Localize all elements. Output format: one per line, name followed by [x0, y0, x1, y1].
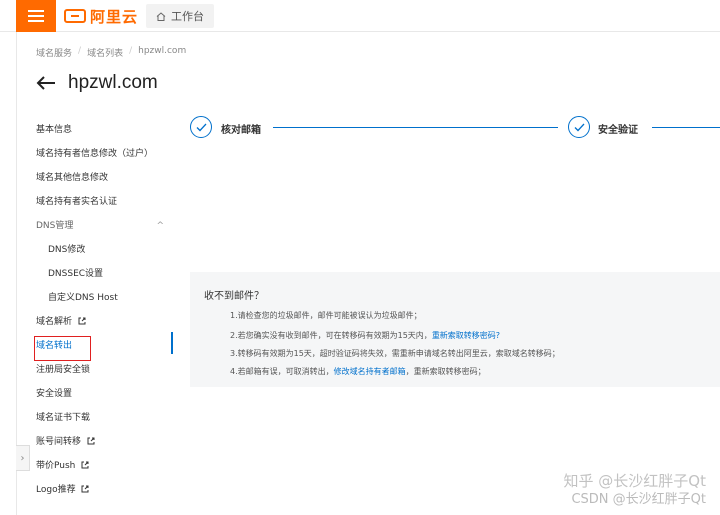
- help-tip-text: 4.若邮箱有误，可取消转出，: [230, 367, 334, 376]
- aliyun-logo-icon: [64, 9, 86, 23]
- chevron-right-icon: ›: [20, 452, 25, 464]
- email-help-panel: 收不到邮件？ 1.请检查您的垃圾邮件，邮件可能被误认为垃圾邮件； 2.若您确实没…: [190, 272, 720, 387]
- breadcrumb-separator: /: [129, 46, 133, 56]
- expand-sidebar-button[interactable]: ›: [16, 445, 30, 471]
- menu-icon: [28, 10, 44, 12]
- help-tip-text: ，重新索取转移密码；: [405, 367, 486, 376]
- transfer-steps: 核对邮箱 安全验证: [190, 115, 720, 139]
- sidebar-item-logo-recommend[interactable]: Logo推荐: [36, 478, 174, 502]
- page-title: hpzwl.com: [68, 72, 158, 93]
- sidebar-item-priced-push[interactable]: 带价Push: [36, 454, 174, 478]
- step-label-security-verify: 安全验证: [598, 125, 638, 136]
- sidebar-item-security-settings[interactable]: 安全设置: [36, 382, 174, 406]
- breadcrumb-domain-service[interactable]: 域名服务: [36, 46, 72, 59]
- sidebar-item-owner-transfer[interactable]: 域名持有者信息修改（过户）: [36, 142, 174, 166]
- step-label-verify-email: 核对邮箱: [221, 125, 261, 136]
- step-complete-icon: [190, 116, 212, 138]
- help-tip-2: 2.若您确实没有收到邮件，可在转移码有效期为15天内，重新索取转移密码?: [230, 330, 500, 341]
- external-link-icon: [81, 461, 89, 469]
- sidebar-item-account-transfer[interactable]: 账号间转移: [36, 430, 174, 454]
- menu-icon-bar: [28, 15, 44, 17]
- sidebar-item-label: Logo推荐: [36, 485, 76, 495]
- sidebar-item-other-info[interactable]: 域名其他信息修改: [36, 166, 174, 190]
- watermark-csdn: CSDN @长沙红胖子Qt: [571, 492, 706, 507]
- sidebar-item-basic-info[interactable]: 基本信息: [36, 118, 174, 142]
- sidebar-group-label: DNS管理: [36, 221, 74, 231]
- breadcrumb-domain-list[interactable]: 域名列表: [87, 46, 123, 59]
- breadcrumb: 域名服务 / 域名列表 / hpzwl.com: [36, 46, 186, 59]
- top-bar: 阿里云 工作台: [0, 0, 720, 32]
- modify-owner-email-link[interactable]: 修改域名持有者邮箱: [334, 367, 406, 376]
- help-tip-text: 2.若您确实没有收到邮件，可在转移码有效期为15天内，: [230, 331, 432, 340]
- hamburger-menu-button[interactable]: [16, 0, 56, 32]
- logo-text: 阿里云: [90, 7, 139, 26]
- highlight-annotation-box: [34, 336, 91, 361]
- back-arrow-icon[interactable]: [36, 75, 56, 91]
- chevron-up-icon: ^: [156, 221, 164, 231]
- external-link-icon: [78, 317, 86, 325]
- sidebar-group-dns-management[interactable]: DNS管理 ^: [36, 214, 174, 238]
- sidebar-item-label: 带价Push: [36, 461, 76, 471]
- active-indicator: [171, 332, 173, 354]
- aliyun-logo[interactable]: 阿里云: [64, 6, 138, 26]
- step-connector: [652, 127, 720, 128]
- request-transfer-code-link[interactable]: 重新索取转移密码?: [432, 331, 500, 340]
- external-link-icon: [81, 485, 89, 493]
- sidebar-item-realname-verify[interactable]: 域名持有者实名认证: [36, 190, 174, 214]
- sidebar-item-dns-modify[interactable]: DNS修改: [36, 238, 174, 262]
- page-header: hpzwl.com: [36, 72, 158, 94]
- left-divider: [16, 32, 17, 515]
- step-complete-icon: [568, 116, 590, 138]
- help-tip-4: 4.若邮箱有误，可取消转出，修改域名持有者邮箱，重新索取转移密码；: [230, 366, 486, 377]
- workbench-button[interactable]: 工作台: [146, 4, 214, 28]
- help-tip-3: 3.转移码有效期为15天，超时验证码将失效，需重新申请域名转出阿里云，索取域名转…: [230, 349, 560, 358]
- sidebar-item-label: 账号间转移: [36, 437, 82, 447]
- breadcrumb-current: hpzwl.com: [138, 46, 187, 56]
- help-tip-1: 1.请检查您的垃圾邮件，邮件可能被误认为垃圾邮件；: [230, 311, 422, 320]
- breadcrumb-separator: /: [78, 46, 82, 56]
- sidebar-item-certificate-download[interactable]: 域名证书下载: [36, 406, 174, 430]
- sidebar-item-custom-dns-host[interactable]: 自定义DNS Host: [36, 286, 174, 310]
- step-connector: [273, 127, 558, 128]
- workbench-label: 工作台: [171, 10, 204, 23]
- home-icon: [156, 11, 166, 21]
- sidebar-item-label: 域名解析: [36, 317, 73, 327]
- help-title: 收不到邮件？: [204, 291, 264, 302]
- sidebar-item-registry-lock[interactable]: 注册局安全锁: [36, 358, 174, 382]
- sidebar-item-dnssec[interactable]: DNSSEC设置: [36, 262, 174, 286]
- domain-sidebar-nav: 基本信息 域名持有者信息修改（过户） 域名其他信息修改 域名持有者实名认证 DN…: [36, 118, 174, 502]
- sidebar-item-dns-resolve[interactable]: 域名解析: [36, 310, 174, 334]
- menu-icon-bar: [28, 20, 44, 22]
- external-link-icon: [87, 437, 95, 445]
